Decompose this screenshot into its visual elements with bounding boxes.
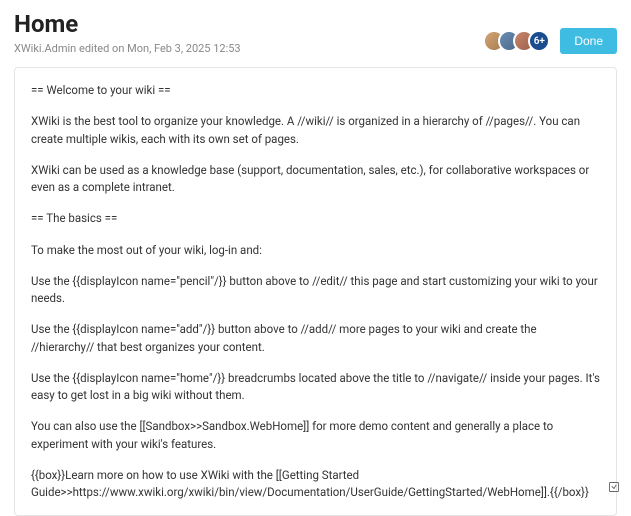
done-button[interactable]: Done: [560, 28, 617, 54]
content-line: XWiki is the best tool to organize your …: [31, 113, 600, 148]
contributor-avatars[interactable]: 6+: [483, 30, 550, 52]
content-line: You can also use the [[Sandbox>>Sandbox.…: [31, 418, 600, 453]
content-line: Use the {{displayIcon name="home"/}} bre…: [31, 370, 600, 405]
avatar-more-count[interactable]: 6+: [528, 30, 550, 52]
wiki-source-content: == Welcome to your wiki == XWiki is the …: [14, 67, 617, 516]
content-line: Use the {{displayIcon name="pencil"/}} b…: [31, 273, 600, 308]
content-line: To make the most out of your wiki, log-i…: [31, 242, 600, 259]
page-title: Home: [14, 10, 483, 38]
content-line: == The basics ==: [31, 210, 600, 227]
edit-source-icon[interactable]: [607, 480, 621, 494]
content-line: == Welcome to your wiki ==: [31, 82, 600, 99]
content-line: XWiki can be used as a knowledge base (s…: [31, 162, 600, 197]
content-line: {{box}}Learn more on how to use XWiki wi…: [31, 467, 600, 502]
content-line: Use the {{displayIcon name="add"/}} butt…: [31, 321, 600, 356]
edit-info: XWiki.Admin edited on Mon, Feb 3, 2025 1…: [14, 42, 483, 55]
